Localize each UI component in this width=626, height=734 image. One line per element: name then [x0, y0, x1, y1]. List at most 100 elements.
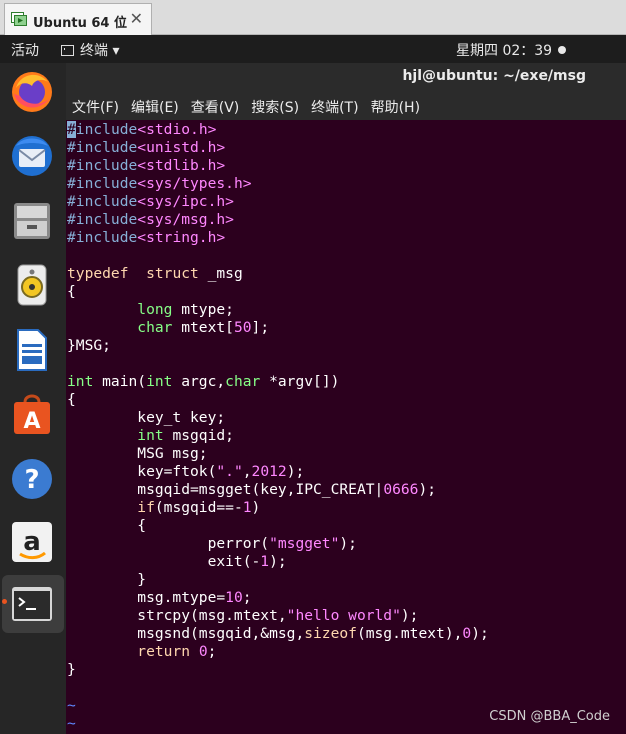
code-line: if(msgqid==-1): [67, 499, 489, 517]
code-token: typedef: [67, 265, 129, 282]
code-token: <unistd.h>: [137, 139, 226, 156]
code-token: }: [67, 571, 147, 588]
code-line: ~: [67, 715, 489, 733]
code-token: mtype;: [172, 301, 234, 318]
code-token: );: [269, 553, 287, 570]
code-token: ~: [67, 697, 76, 714]
files-icon[interactable]: [8, 197, 56, 245]
menu-file[interactable]: 文件(F): [72, 97, 119, 117]
code-line: typedef struct _msg: [67, 265, 489, 283]
code-token: return: [137, 643, 191, 660]
code-token: {: [67, 283, 76, 300]
code-line: #include<unistd.h>: [67, 139, 489, 157]
terminal-icon[interactable]: [8, 581, 56, 629]
code-token: ;: [242, 589, 252, 606]
code-token: 2012: [251, 463, 287, 480]
code-token: *argv[]): [260, 373, 340, 390]
code-token: #include: [67, 139, 138, 156]
activities-button[interactable]: 活动: [11, 40, 39, 60]
code-token: msgsnd(msgqid,&msg,: [67, 625, 305, 642]
notification-dot-icon: [558, 46, 567, 54]
code-token: 0: [198, 643, 208, 660]
writer-icon[interactable]: [8, 326, 56, 374]
code-line: #include<stdlib.h>: [67, 157, 489, 175]
close-icon[interactable]: ✕: [130, 9, 143, 28]
help-icon[interactable]: ?: [8, 455, 56, 503]
terminal-menubar: 文件(F) 编辑(E) 查看(V) 搜索(S) 终端(T) 帮助(H): [72, 97, 420, 117]
svg-text:?: ?: [24, 465, 39, 495]
code-token: include: [75, 121, 138, 138]
code-token: strcpy(msg.mtext,: [67, 607, 287, 624]
firefox-icon[interactable]: [8, 68, 56, 116]
code-token: <sys/msg.h>: [137, 211, 234, 228]
menu-help[interactable]: 帮助(H): [371, 97, 420, 117]
vm-tab-title: Ubuntu 64 位: [33, 16, 127, 31]
code-token: #include: [67, 211, 138, 228]
code-token: struct: [146, 265, 199, 282]
menu-view[interactable]: 查看(V): [191, 97, 240, 117]
rhythmbox-icon[interactable]: [8, 261, 56, 309]
code-line: {: [67, 517, 489, 535]
code-token: key=ftok(: [67, 463, 217, 480]
code-token: ,: [242, 463, 252, 480]
code-token: <sys/types.h>: [137, 175, 252, 192]
terminal-content[interactable]: #include<stdio.h> #include<unistd.h> #incl…: [66, 120, 626, 734]
code-line: #include<sys/ipc.h>: [67, 193, 489, 211]
code-line: msgsnd(msgqid,&msg,sizeof(msg.mtext),0);: [67, 625, 489, 643]
code-token: <stdio.h>: [137, 121, 217, 138]
amazon-icon[interactable]: a: [8, 518, 56, 566]
code-token: 0: [462, 625, 472, 642]
code-token: {: [67, 517, 147, 534]
vm-icon: [11, 12, 27, 26]
code-token: int: [67, 373, 94, 390]
menu-search[interactable]: 搜索(S): [251, 97, 299, 117]
code-token: int: [146, 373, 173, 390]
code-token: 0666: [383, 481, 419, 498]
code-line: msg.mtype=10;: [67, 589, 489, 607]
thunderbird-icon[interactable]: [8, 132, 56, 180]
code-line: #include<sys/types.h>: [67, 175, 489, 193]
software-icon[interactable]: A: [8, 390, 56, 438]
vm-tab[interactable]: Ubuntu 64 位 ✕: [4, 3, 152, 35]
code-token: char: [137, 319, 173, 336]
code-token: #include: [67, 157, 138, 174]
code-token: <sys/ipc.h>: [137, 193, 234, 210]
code-line: key_t key;: [67, 409, 489, 427]
code-line: return 0;: [67, 643, 489, 661]
code-token: "hello world": [286, 607, 401, 624]
code-line: exit(-1);: [67, 553, 489, 571]
code-token: "msgget": [269, 535, 340, 552]
code-token: msgqid;: [163, 427, 234, 444]
menu-terminal[interactable]: 终端(T): [311, 97, 358, 117]
code-token: );: [471, 625, 489, 642]
clock[interactable]: 星期四 02：39: [456, 40, 567, 60]
code-line: MSG msg;: [67, 445, 489, 463]
menu-edit[interactable]: 编辑(E): [131, 97, 179, 117]
code-line: {: [67, 391, 489, 409]
code-token: ): [251, 499, 261, 516]
code-token: argc,: [172, 373, 226, 390]
code-line: }MSG;: [67, 337, 489, 355]
code-token: }MSG;: [67, 337, 111, 354]
code-token: );: [286, 463, 305, 480]
code-token: #include: [67, 175, 138, 192]
code-token: main(: [93, 373, 147, 390]
app-menu[interactable]: 终端 ▾: [61, 40, 119, 60]
code-token: (msgqid==-: [154, 499, 243, 516]
running-indicator: [2, 599, 7, 604]
code-line: char mtext[50];: [67, 319, 489, 337]
code-token: <string.h>: [137, 229, 226, 246]
code-token: perror(: [67, 535, 270, 552]
code-token: (msg.mtext),: [356, 625, 463, 642]
code-line: msgqid=msgget(key,IPC_CREAT|0666);: [67, 481, 489, 499]
code-token: }: [67, 661, 76, 678]
code-line: key=ftok(".",2012);: [67, 463, 489, 481]
code-line: int main(int argc,char *argv[]): [67, 373, 489, 391]
code-token: long: [137, 301, 173, 318]
code-token: ;: [207, 643, 217, 660]
